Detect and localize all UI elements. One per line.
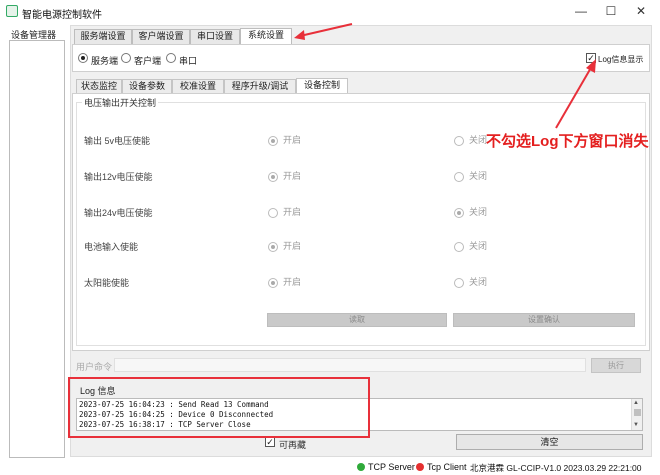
subtab-status-monitor[interactable]: 状态监控: [76, 79, 122, 93]
app-icon: [6, 5, 18, 17]
subtab-calibration[interactable]: 校准设置: [172, 79, 224, 93]
version-info: 北京港霖 GL-CCIP-V1.0 2023.03.29 22:21:00: [470, 463, 642, 473]
scroll-up-icon[interactable]: ▲: [633, 400, 639, 406]
row-solar-on[interactable]: 开启: [268, 275, 301, 288]
log-scrollbar[interactable]: ▲ ▼: [631, 399, 642, 430]
radio-server[interactable]: [78, 53, 88, 63]
subtab-device-params[interactable]: 设备参数: [122, 79, 172, 93]
log-display-label: Log信息显示: [598, 55, 644, 64]
subtab-device-control[interactable]: 设备控制: [296, 78, 348, 93]
scroll-thumb[interactable]: [634, 409, 641, 416]
row-battery-on[interactable]: 开启: [268, 239, 301, 252]
read-button[interactable]: 读取: [267, 313, 447, 327]
annotation-arrow-tab: [294, 23, 353, 40]
tab-system-settings[interactable]: 系统设置: [240, 28, 292, 44]
execute-button[interactable]: 执行: [591, 358, 641, 373]
annotation-highlight-box: [68, 377, 370, 438]
window-title: 智能电源控制软件: [22, 10, 102, 21]
row-label-12v: 输出12v电压使能: [84, 172, 153, 182]
annotation-text: 不勾选Log下方窗口消失: [486, 133, 649, 150]
row-solar-off[interactable]: 关闭: [454, 275, 487, 288]
close-button[interactable]: ✕: [626, 2, 656, 20]
row-label-5v: 输出 5v电压使能: [84, 136, 151, 146]
row-5v-on[interactable]: 开启: [268, 133, 301, 146]
radio-server-label: 服务端: [91, 56, 119, 66]
row-12v-on[interactable]: 开启: [268, 169, 301, 182]
maximize-button[interactable]: ☐: [596, 2, 626, 20]
tcp-client-status-icon: [416, 463, 424, 471]
radio-serial-label: 串口: [179, 56, 198, 66]
tcp-server-status: TCP Server: [368, 462, 415, 472]
user-command-label: 用户命令: [76, 362, 113, 372]
tab-server-settings[interactable]: 服务端设置: [74, 29, 132, 44]
row-24v-on[interactable]: 开启: [268, 205, 301, 218]
tab-serial-settings[interactable]: 串口设置: [190, 29, 240, 44]
row-label-battery: 电池输入使能: [84, 242, 139, 252]
row-label-24v: 输出24v电压使能: [84, 208, 153, 218]
row-12v-off[interactable]: 关闭: [454, 169, 487, 182]
subtab-firmware-upgrade[interactable]: 程序升级/调试: [224, 79, 296, 93]
radio-serial[interactable]: [166, 53, 176, 63]
tcp-server-status-icon: [357, 463, 365, 471]
radio-client-label: 客户端: [134, 56, 162, 66]
row-5v-off[interactable]: 关闭: [454, 133, 487, 146]
user-command-input[interactable]: [114, 358, 586, 372]
log-hide-label: 可再藏: [279, 440, 307, 450]
row-24v-off[interactable]: 关闭: [454, 205, 487, 218]
radio-client[interactable]: [121, 53, 131, 63]
minimize-button[interactable]: —: [566, 2, 596, 20]
confirm-settings-button[interactable]: 设置确认: [453, 313, 635, 327]
device-manager-list[interactable]: [9, 40, 65, 458]
tcp-client-status: Tcp Client: [427, 462, 467, 472]
annotation-arrow-log: [555, 59, 596, 129]
row-label-solar: 太阳能使能: [84, 278, 130, 288]
clear-log-button[interactable]: 清空: [456, 434, 643, 450]
scroll-down-icon[interactable]: ▼: [633, 422, 639, 428]
row-battery-off[interactable]: 关闭: [454, 239, 487, 252]
log-hide-checkbox[interactable]: ✓: [265, 437, 275, 447]
voltage-group-title: 电压输出开关控制: [82, 96, 159, 109]
tab-client-settings[interactable]: 客户端设置: [132, 29, 190, 44]
